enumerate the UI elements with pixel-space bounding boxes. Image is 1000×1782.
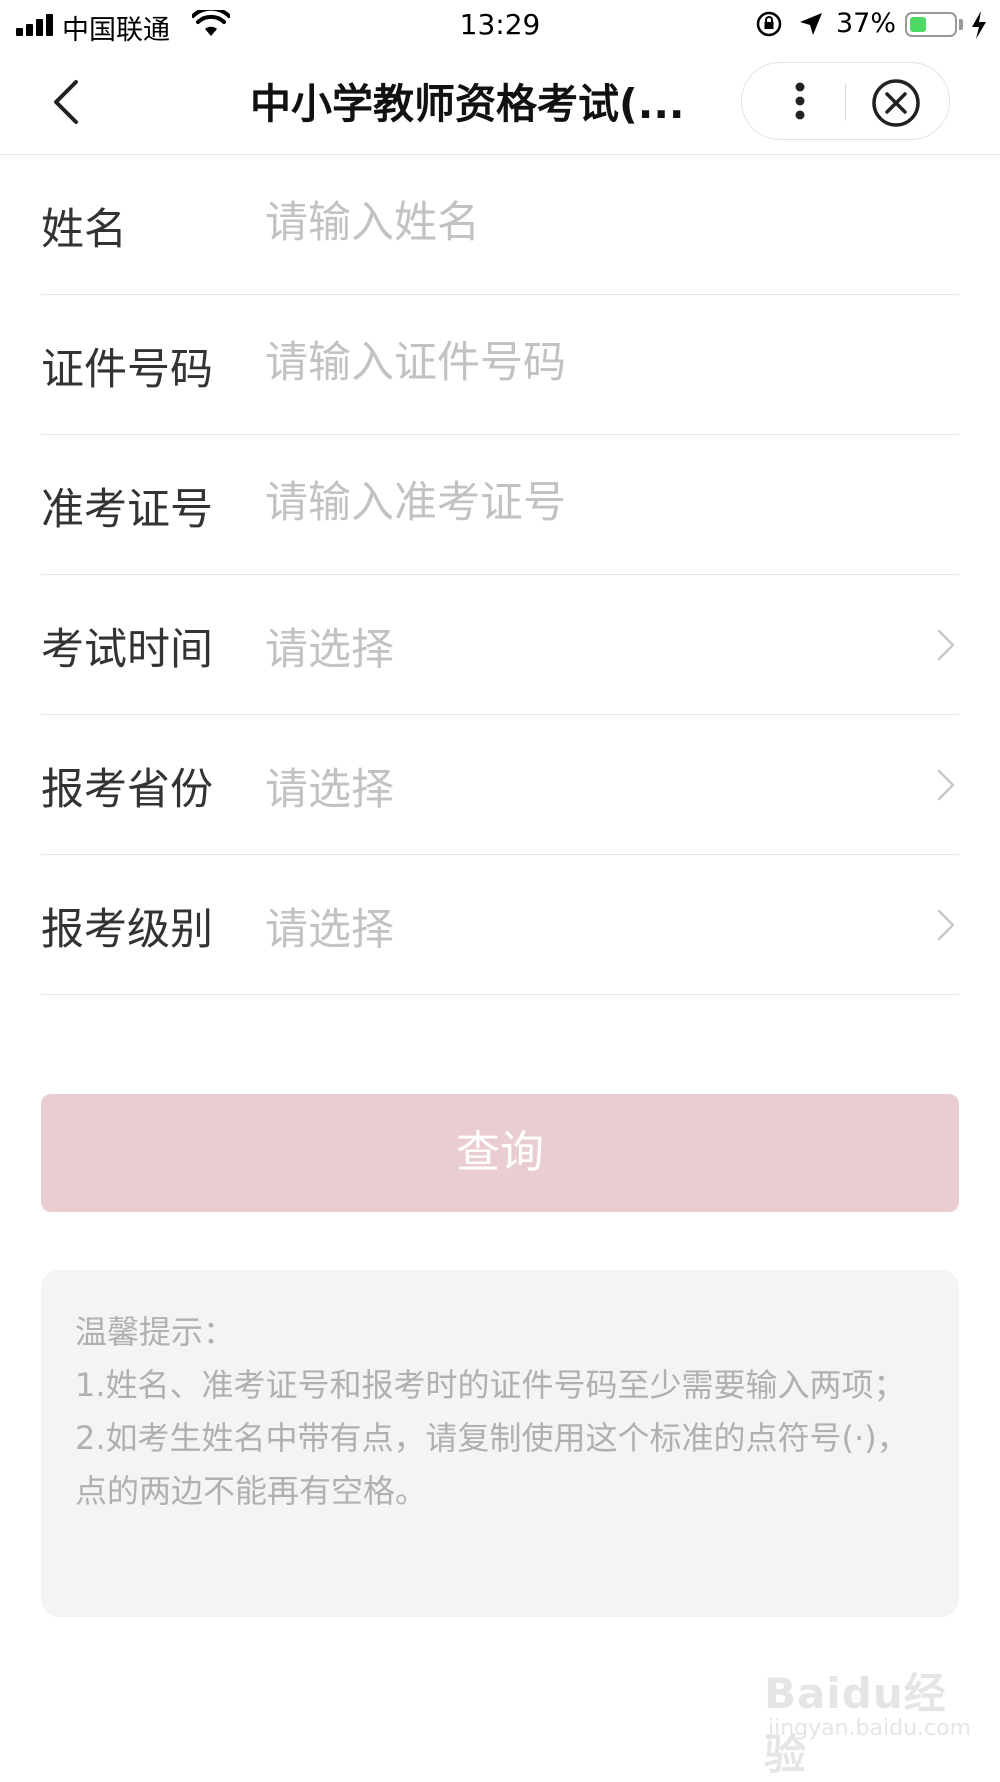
battery-cap [959, 19, 963, 30]
exam-time-label: 考试时间 [41, 625, 213, 675]
admission-number-label: 准考证号 [41, 485, 213, 535]
province-select[interactable]: 报考省份 请选择 [41, 715, 959, 855]
page-title: 中小学教师资格考试(... [250, 80, 685, 128]
form-row-id-number: 证件号码 [41, 295, 959, 435]
form-row-name: 姓名 [41, 155, 959, 295]
nav-bar: 中小学教师资格考试(... [0, 50, 1000, 155]
mini-program-capsule [741, 62, 950, 140]
chevron-right-icon [937, 909, 955, 941]
exam-time-select[interactable]: 考试时间 请选择 [41, 575, 959, 715]
chevron-right-icon [937, 629, 955, 661]
close-button[interactable] [870, 77, 922, 129]
chevron-left-icon [54, 80, 78, 124]
level-select[interactable]: 报考级别 请选择 [41, 855, 959, 995]
id-number-input[interactable] [265, 325, 905, 401]
province-label: 报考省份 [41, 765, 213, 815]
close-circle-icon [872, 79, 920, 127]
battery-level-fill [910, 17, 926, 32]
back-button[interactable] [40, 72, 100, 132]
more-dots-icon [795, 82, 805, 120]
query-button[interactable]: 查询 [41, 1094, 959, 1212]
tips-title: 温馨提示： [75, 1313, 236, 1351]
watermark-url: jingyan.baidu.com [768, 1716, 972, 1741]
level-label: 报考级别 [41, 905, 213, 955]
rotation-lock-icon [756, 11, 782, 37]
exam-time-value: 请选择 [265, 625, 394, 675]
name-input[interactable] [265, 185, 905, 261]
admission-number-input[interactable] [265, 465, 905, 541]
location-icon [800, 13, 822, 35]
province-value: 请选择 [265, 765, 394, 815]
charging-icon [972, 11, 986, 39]
form-row-admission-number: 准考证号 [41, 435, 959, 575]
query-form: 姓名 证件号码 准考证号 考试时间 请选择 报考省份 请选择 报考级别 请选择 [41, 155, 959, 995]
id-number-label: 证件号码 [41, 345, 213, 395]
tips-line-1: 1.姓名、准考证号和报考时的证件号码至少需要输入两项； [75, 1366, 906, 1404]
more-button[interactable] [772, 73, 828, 129]
chevron-right-icon [937, 769, 955, 801]
battery-percent: 37% [836, 8, 897, 39]
capsule-divider [845, 83, 846, 121]
status-bar: 中国联通 13:29 37% [0, 0, 1000, 50]
level-value: 请选择 [265, 905, 394, 955]
name-label: 姓名 [41, 205, 127, 255]
battery-icon [905, 12, 957, 37]
tips-box: 温馨提示： 1.姓名、准考证号和报考时的证件号码至少需要输入两项； 2.如考生姓… [41, 1270, 959, 1617]
tips-line-2: 2.如考生姓名中带有点，请复制使用这个标准的点符号(·)，点的两边不能再有空格。 [75, 1419, 909, 1510]
baidu-watermark: Baidu经验 jingyan.baidu.com [764, 1660, 974, 1779]
